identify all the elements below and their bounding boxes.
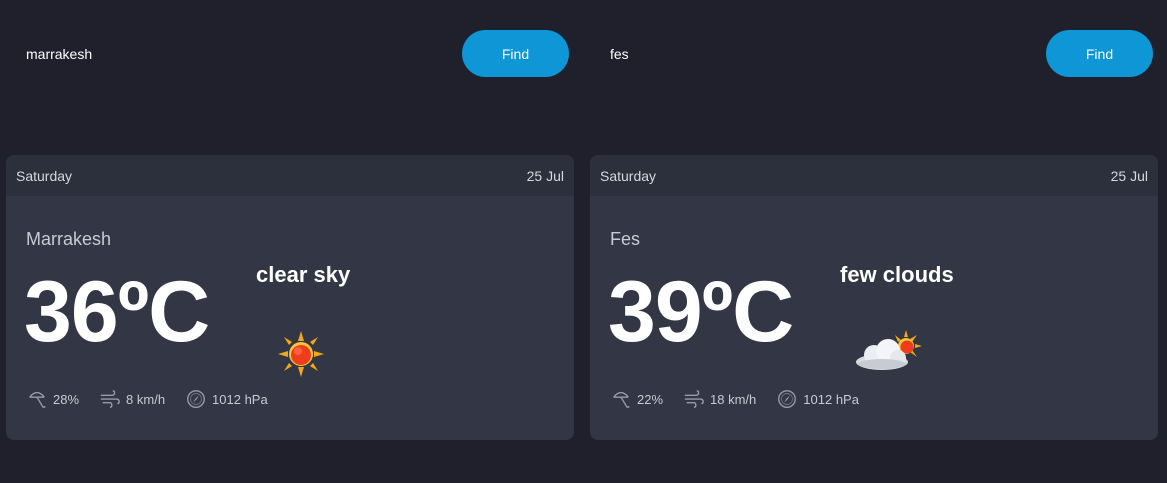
compass-icon (187, 390, 205, 408)
umbrella-icon (29, 391, 46, 408)
weather-app: Find Saturday 25 Jul Marrakesh 36ºC clea… (0, 0, 1167, 483)
day-label: Saturday (16, 167, 73, 184)
humidity-value: 22% (637, 391, 664, 407)
pressure-stat: 1012 hPa (185, 388, 268, 410)
wind-stat: 8 km/h (99, 388, 165, 410)
wind-stat: 18 km/h (683, 388, 756, 410)
city-search-input[interactable] (14, 34, 434, 74)
card-body: Marrakesh 36ºC clear sky 28% 8 km/h 1012… (6, 196, 574, 440)
stats-row: 22% 18 km/h 1012 hPa (610, 388, 879, 410)
city-name: Fes (610, 229, 641, 249)
wind-value: 18 km/h (710, 391, 757, 407)
sun-icon (278, 331, 324, 377)
search-row: Find (590, 30, 1158, 78)
card-header: Saturday 25 Jul (590, 155, 1158, 196)
search-row: Find (6, 30, 574, 78)
find-button[interactable]: Find (462, 30, 569, 77)
card-body: Fes 39ºC few clouds 22% 18 km/h 1012 hPa (590, 196, 1158, 440)
card-header: Saturday 25 Jul (6, 155, 574, 196)
temperature: 36ºC (24, 264, 210, 360)
condition-text: clear sky (256, 262, 351, 287)
condition-text: few clouds (840, 262, 954, 287)
pressure-stat: 1012 hPa (776, 388, 859, 410)
humidity-value: 28% (53, 391, 80, 407)
stats-row: 28% 8 km/h 1012 hPa (26, 388, 288, 410)
pressure-value: 1012 hPa (212, 391, 268, 407)
humidity-stat: 28% (26, 388, 79, 410)
date-label: 25 Jul (526, 167, 564, 184)
wind-value: 8 km/h (126, 391, 166, 407)
city-search-input[interactable] (598, 34, 1018, 74)
compass-icon (778, 390, 797, 408)
temperature: 39ºC (608, 264, 794, 360)
find-button[interactable]: Find (1046, 30, 1153, 77)
wind-icon (684, 390, 704, 408)
date-label: 25 Jul (1110, 167, 1148, 184)
weather-panel-marrakesh: Find Saturday 25 Jul Marrakesh 36ºC clea… (6, 0, 574, 483)
pressure-value: 1012 hPa (803, 391, 859, 407)
weather-card: Saturday 25 Jul Fes 39ºC few clouds 22% … (590, 155, 1158, 440)
weather-card: Saturday 25 Jul Marrakesh 36ºC clear sky (6, 155, 574, 440)
humidity-stat: 22% (610, 388, 663, 410)
umbrella-icon (613, 391, 630, 408)
cloud-sun-icon (856, 330, 922, 370)
day-label: Saturday (600, 167, 657, 184)
weather-panel-fes: Find Saturday 25 Jul Fes 39ºC few clouds (590, 0, 1158, 483)
wind-icon (100, 390, 120, 408)
city-name: Marrakesh (26, 229, 112, 249)
